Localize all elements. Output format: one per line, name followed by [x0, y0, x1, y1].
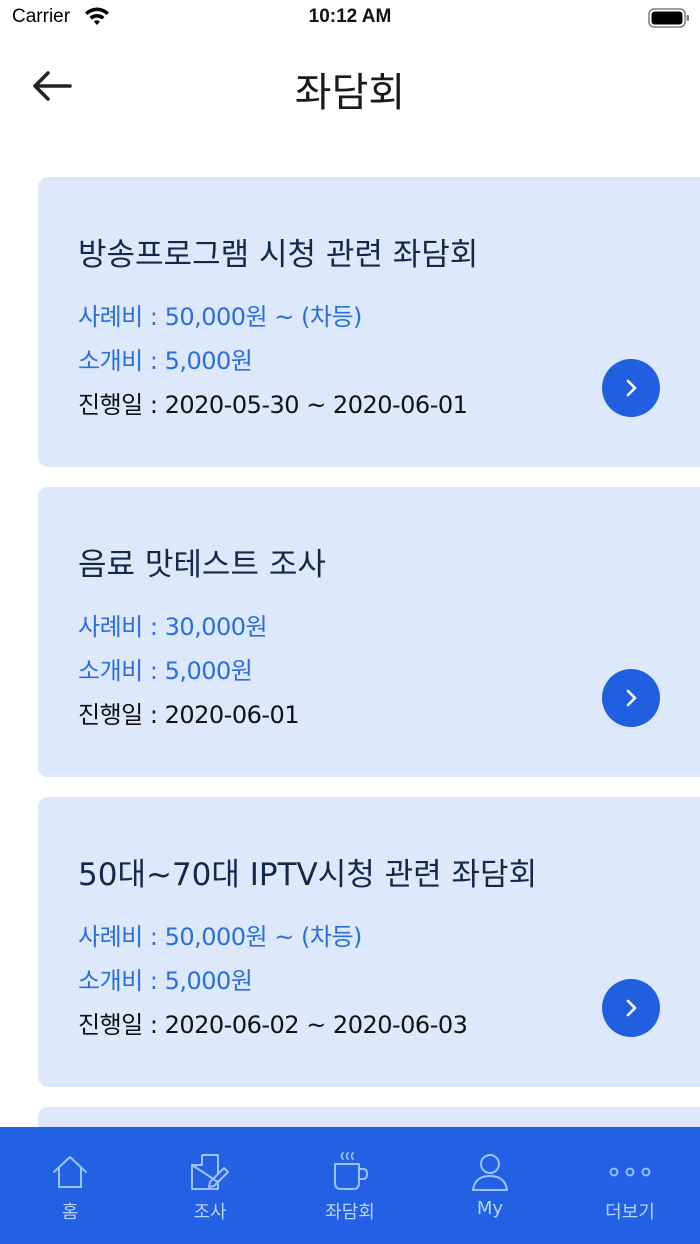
card-detail-button[interactable] [602, 669, 660, 727]
status-bar: Carrier 10:12 AM [0, 0, 700, 36]
tab-bar: 홈 조사 좌담회 My 더보기 [0, 1127, 700, 1244]
card-title: 50대~70대 IPTV시청 관련 좌담회 [78, 857, 538, 893]
tab-label: My [476, 1198, 504, 1219]
chevron-right-icon [626, 999, 637, 1017]
tab-survey[interactable]: 조사 [140, 1127, 280, 1244]
coffee-cup-icon [328, 1151, 372, 1193]
arrow-left-icon [33, 71, 72, 101]
meeting-card[interactable]: 50대~70대 IPTV시청 관련 좌담회 사례비 : 50,000원 ~ (차… [38, 797, 700, 1087]
meeting-list: 방송프로그램 시청 관련 좌담회 사례비 : 50,000원 ~ (차등) 소개… [38, 177, 700, 1137]
card-dates: 진행일 : 2020-05-30 ~ 2020-06-01 [78, 391, 468, 419]
tab-label: 홈 [61, 1202, 79, 1223]
tab-label: 좌담회 [325, 1202, 375, 1223]
home-icon [48, 1151, 92, 1193]
chevron-right-icon [626, 379, 637, 397]
meeting-card[interactable]: 음료 맛테스트 조사 사례비 : 30,000원 소개비 : 5,000원 진행… [38, 487, 700, 777]
more-dots-icon [608, 1151, 652, 1193]
back-button[interactable] [30, 66, 86, 110]
card-title: 음료 맛테스트 조사 [78, 547, 326, 583]
card-fee: 사례비 : 30,000원 [78, 613, 268, 641]
card-fee: 사례비 : 50,000원 ~ (차등) [78, 923, 362, 951]
person-icon [468, 1151, 512, 1193]
status-time: 10:12 AM [308, 6, 392, 27]
tab-roundtable[interactable]: 좌담회 [280, 1127, 420, 1244]
navigation-bar: 좌담회 [0, 48, 700, 128]
card-intro-fee: 소개비 : 5,000원 [78, 347, 253, 375]
card-intro-fee: 소개비 : 5,000원 [78, 657, 253, 685]
card-fee: 사례비 : 50,000원 ~ (차등) [78, 303, 362, 331]
card-detail-button[interactable] [602, 359, 660, 417]
tab-home[interactable]: 홈 [0, 1127, 140, 1244]
battery-icon [648, 8, 689, 28]
card-dates: 진행일 : 2020-06-01 [78, 701, 300, 729]
meeting-card[interactable]: 방송프로그램 시청 관련 좌담회 사례비 : 50,000원 ~ (차등) 소개… [38, 177, 700, 467]
chevron-right-icon [626, 689, 637, 707]
card-detail-button[interactable] [602, 979, 660, 1037]
card-title: 방송프로그램 시청 관련 좌담회 [78, 237, 479, 273]
card-dates: 진행일 : 2020-06-02 ~ 2020-06-03 [78, 1011, 468, 1039]
page-title: 좌담회 [294, 70, 406, 116]
tab-more[interactable]: 더보기 [560, 1127, 700, 1244]
survey-edit-icon [188, 1151, 232, 1193]
tab-label: 조사 [193, 1202, 227, 1223]
tab-my[interactable]: My [420, 1127, 560, 1244]
card-intro-fee: 소개비 : 5,000원 [78, 967, 253, 995]
tab-label: 더보기 [605, 1202, 655, 1223]
